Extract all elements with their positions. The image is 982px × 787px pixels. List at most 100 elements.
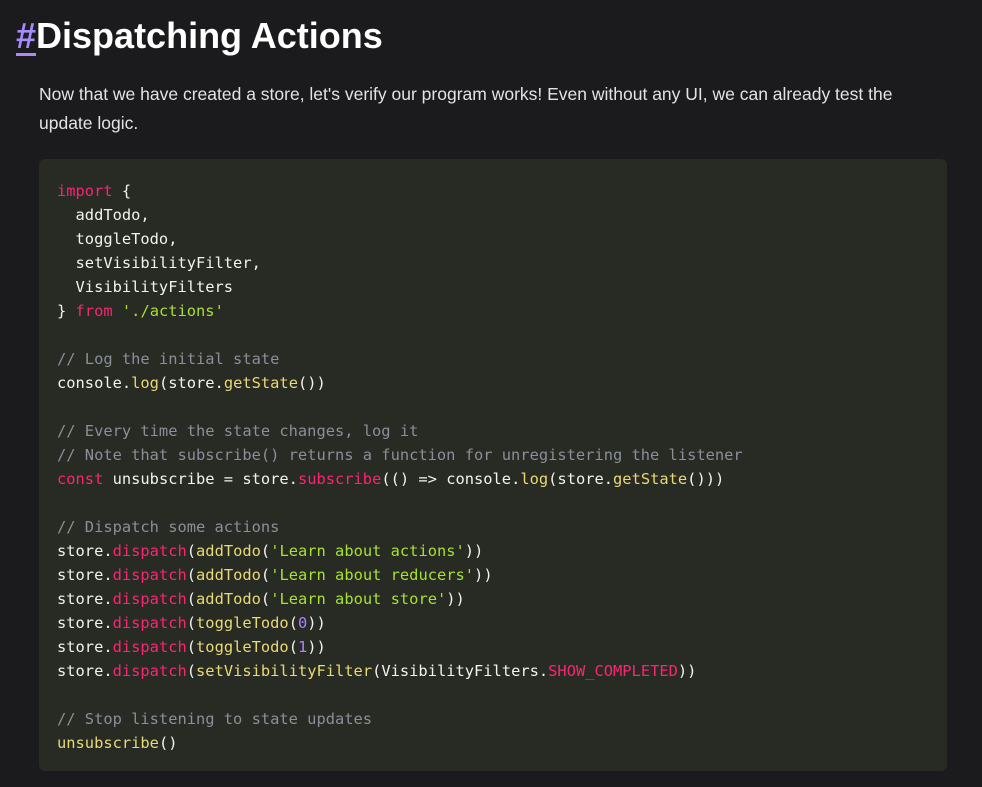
- code-token: {: [112, 182, 132, 200]
- code-token: 0: [297, 614, 308, 632]
- code-token: (store.: [158, 374, 224, 392]
- code-token: toggleTodo,: [57, 230, 178, 248]
- code-content: import { addTodo, toggleTodo, setVisibil…: [57, 179, 929, 755]
- code-token: )): [474, 566, 493, 584]
- code-line: store.dispatch(setVisibilityFilter(Visib…: [57, 659, 929, 683]
- code-token: const: [57, 470, 104, 488]
- code-token: // Stop listening to state updates: [57, 710, 373, 728]
- code-token: subscribe: [297, 470, 382, 488]
- code-token: // Note that subscribe() returns a funct…: [57, 446, 743, 464]
- code-line: // Every time the state changes, log it: [57, 419, 929, 443]
- code-line: addTodo,: [57, 203, 929, 227]
- code-token: log: [131, 374, 159, 392]
- code-token: (: [288, 614, 298, 632]
- code-token: console.: [57, 374, 132, 392]
- code-line: unsubscribe(): [57, 731, 929, 755]
- code-token: log: [520, 470, 549, 488]
- code-token: (VisibilityFilters.: [372, 662, 549, 680]
- code-token: dispatch: [112, 590, 187, 608]
- code-token: (: [186, 590, 197, 608]
- code-token: dispatch: [112, 662, 187, 680]
- code-token: (: [288, 638, 298, 656]
- code-token: unsubscribe = store.: [103, 470, 298, 488]
- code-token: // Every time the state changes, log it: [57, 422, 419, 440]
- code-token: ())): [687, 470, 725, 488]
- code-line: VisibilityFilters: [57, 275, 929, 299]
- intro-paragraph: Now that we have created a store, let's …: [39, 84, 893, 133]
- code-token: store.: [57, 542, 113, 560]
- code-line: store.dispatch(addTodo('Learn about redu…: [57, 563, 929, 587]
- code-token: addTodo: [196, 566, 261, 584]
- code-line: ​: [57, 323, 929, 347]
- code-token: from: [75, 302, 113, 320]
- code-token: addTodo: [196, 590, 261, 608]
- code-token: (: [186, 662, 197, 680]
- code-token: )): [464, 542, 484, 560]
- code-token: addTodo,: [57, 206, 150, 224]
- code-token: setVisibilityFilter: [196, 662, 373, 680]
- code-line: console.log(store.getState()): [57, 371, 929, 395]
- code-token: // Dispatch some actions: [57, 518, 280, 536]
- code-token: dispatch: [112, 638, 187, 656]
- section-heading: #Dispatching Actions: [16, 12, 383, 60]
- code-token: getState: [223, 374, 298, 392]
- code-token: (: [186, 566, 197, 584]
- code-token: )): [677, 662, 697, 680]
- code-token: (: [260, 566, 271, 584]
- code-token: ()): [297, 374, 326, 392]
- code-line: store.dispatch(toggleTodo(0)): [57, 611, 929, 635]
- code-token: 'Learn about reducers': [270, 566, 475, 584]
- code-token: './actions': [121, 302, 224, 320]
- code-token: 1: [297, 638, 308, 656]
- code-line: ​: [57, 395, 929, 419]
- code-token: store.: [57, 566, 113, 584]
- code-token: getState: [613, 470, 688, 488]
- code-token: addTodo: [196, 542, 261, 560]
- code-token: 'Learn about actions': [270, 542, 465, 560]
- code-token: 'Learn about store': [270, 590, 447, 608]
- code-token: )): [307, 638, 326, 656]
- code-line: toggleTodo,: [57, 227, 929, 251]
- code-token: dispatch: [112, 614, 187, 632]
- code-block: import { addTodo, toggleTodo, setVisibil…: [39, 159, 947, 771]
- code-token: dispatch: [112, 566, 187, 584]
- code-token: store.: [57, 662, 113, 680]
- code-line: store.dispatch(toggleTodo(1)): [57, 635, 929, 659]
- code-token: )): [446, 590, 465, 608]
- code-token: setVisibilityFilter,: [57, 254, 261, 272]
- code-line: // Log the initial state: [57, 347, 929, 371]
- code-line: import {: [57, 179, 929, 203]
- code-token: import: [57, 182, 113, 200]
- code-token: toggleTodo: [196, 614, 289, 632]
- code-line: } from './actions': [57, 299, 929, 323]
- code-line: ​: [57, 491, 929, 515]
- code-token: VisibilityFilters: [57, 278, 234, 296]
- code-token: (: [186, 638, 197, 656]
- code-line: setVisibilityFilter,: [57, 251, 929, 275]
- code-line: store.dispatch(addTodo('Learn about acti…: [57, 539, 929, 563]
- heading-anchor-link[interactable]: #: [16, 15, 36, 56]
- code-token: // Log the initial state: [57, 350, 280, 368]
- code-token: SHOW_COMPLETED: [548, 662, 678, 680]
- code-token: )): [307, 614, 326, 632]
- code-token: dispatch: [112, 542, 187, 560]
- code-line: // Dispatch some actions: [57, 515, 929, 539]
- code-token: (: [260, 590, 271, 608]
- code-token: (: [186, 542, 197, 560]
- code-token: store.: [57, 590, 113, 608]
- code-token: store.: [57, 638, 113, 656]
- code-token: toggleTodo: [196, 638, 289, 656]
- code-line: ​: [57, 683, 929, 707]
- code-token: (: [260, 542, 271, 560]
- code-token: }: [57, 302, 76, 320]
- code-line: // Note that subscribe() returns a funct…: [57, 443, 929, 467]
- code-line: store.dispatch(addTodo('Learn about stor…: [57, 587, 929, 611]
- code-line: // Stop listening to state updates: [57, 707, 929, 731]
- code-token: (): [158, 734, 178, 752]
- code-token: (() => console.: [381, 470, 521, 488]
- code-token: (store.: [548, 470, 614, 488]
- heading-title: Dispatching Actions: [36, 15, 383, 56]
- code-token: unsubscribe: [57, 734, 159, 752]
- code-line: const unsubscribe = store.subscribe(() =…: [57, 467, 929, 491]
